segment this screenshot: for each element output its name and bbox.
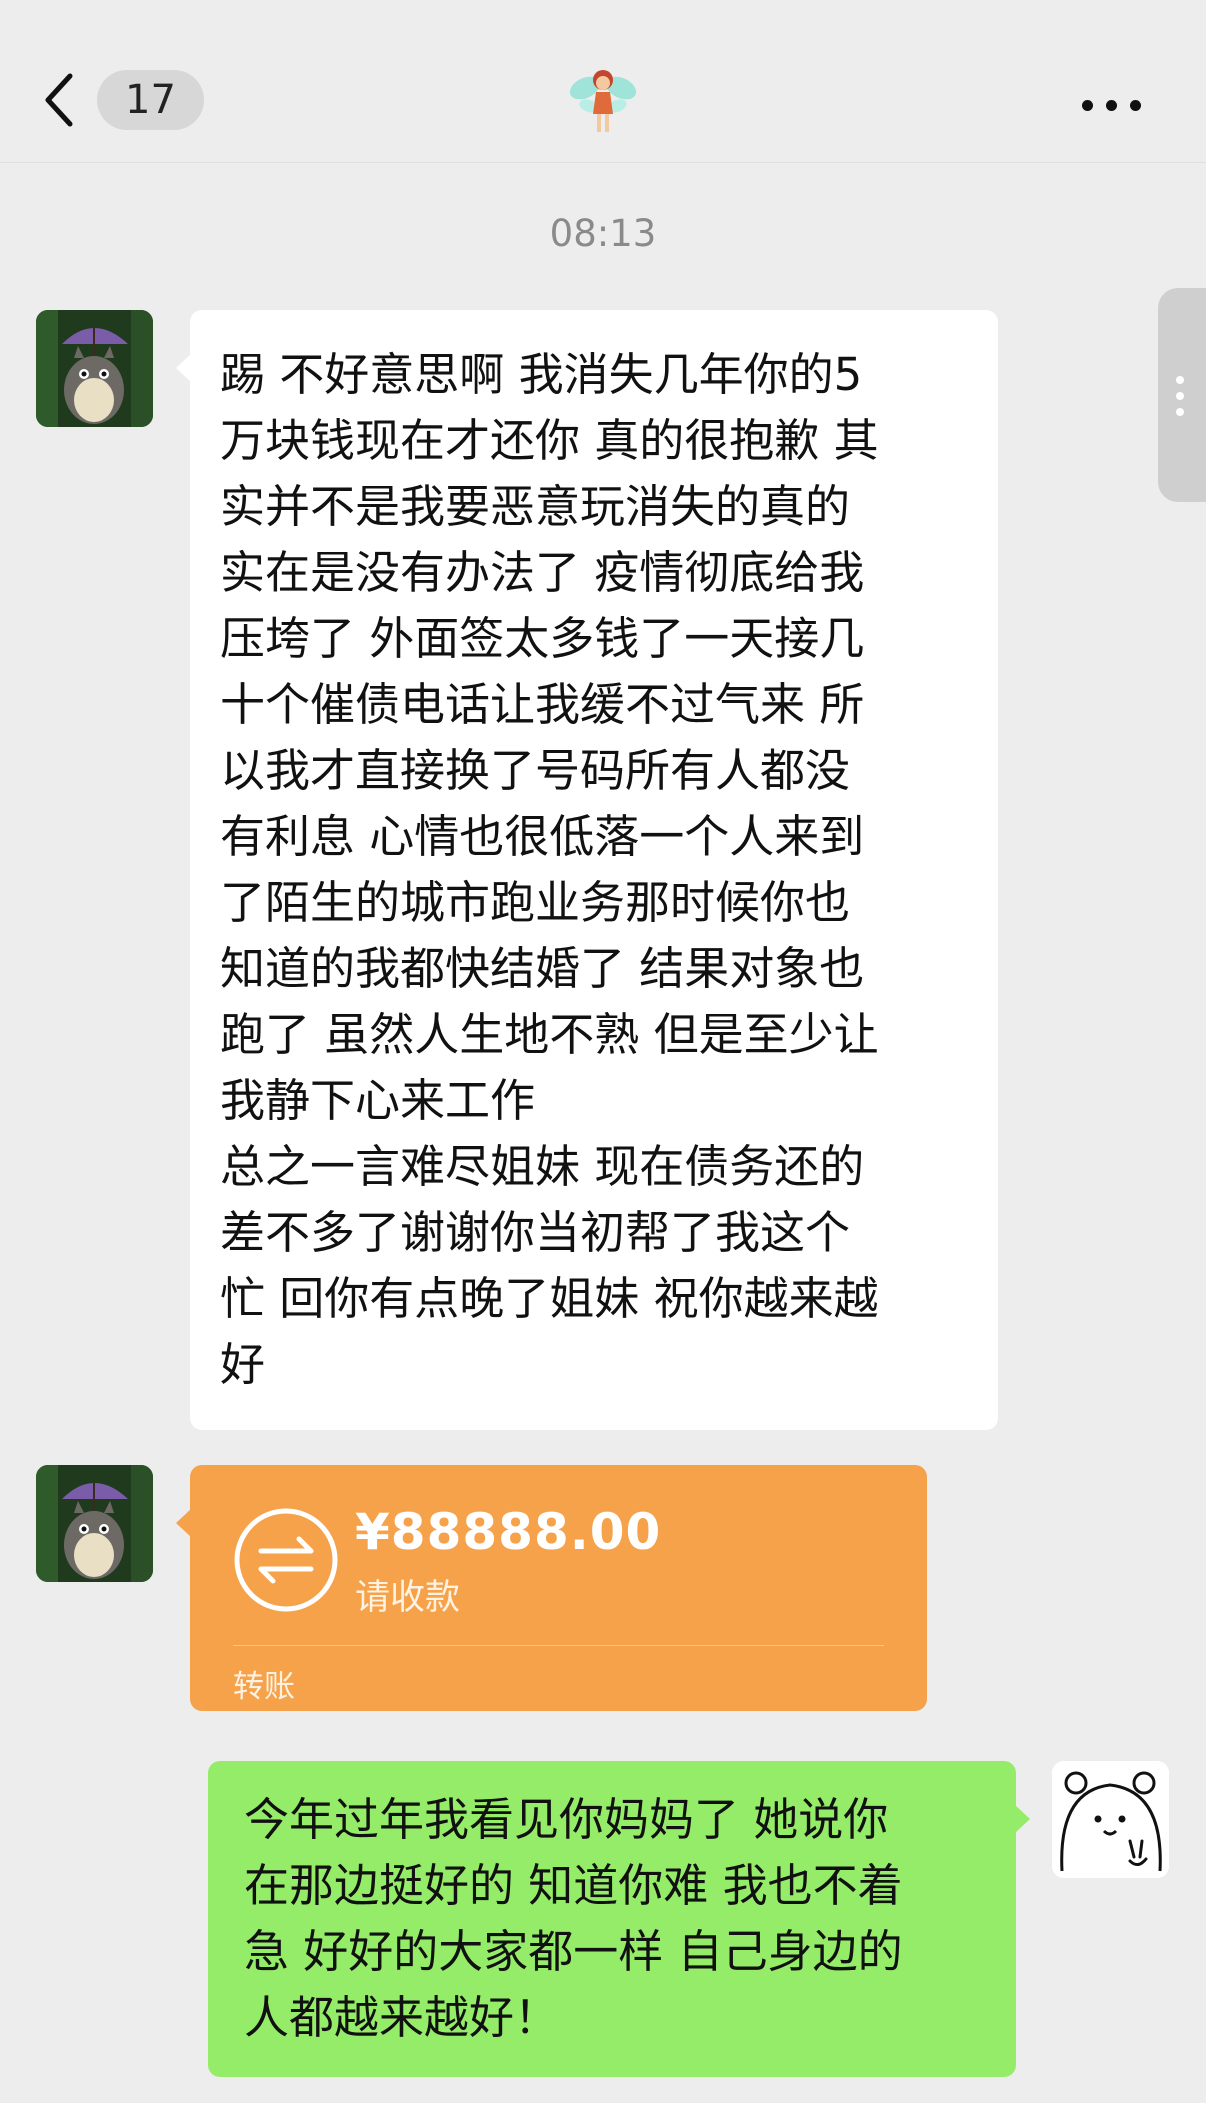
more-dots-icon <box>1082 100 1093 111</box>
chevron-left-icon <box>45 73 73 127</box>
more-dot <box>1130 100 1141 111</box>
transfer-status: 请收款 <box>355 1578 461 1618</box>
unread-count-badge[interactable]: 17 <box>97 70 204 130</box>
contact-avatar[interactable] <box>36 310 153 427</box>
transfer-label: 转账 <box>233 1669 295 1705</box>
more-button[interactable] <box>1080 92 1144 120</box>
transfer-card[interactable]: ¥88888.00 请收款 转账 <box>176 1465 927 1711</box>
self-avatar[interactable] <box>1052 1761 1169 1878</box>
transfer-divider <box>233 1645 884 1646</box>
fairy-emoji-icon <box>565 66 641 138</box>
back-button[interactable] <box>40 72 80 128</box>
more-dot <box>1106 100 1117 111</box>
incoming-text-bubble[interactable]: 踢 不好意思啊 我消失几年你的5 万块钱现在才还你 真的很抱歉 其 实并不是我要… <box>176 310 998 1430</box>
chat-header: 17 <box>0 0 1206 163</box>
message-timestamp: 08:13 <box>549 212 657 255</box>
handle-dot <box>1176 392 1184 400</box>
outgoing-text-bubble[interactable]: 今年过年我看见你妈妈了 她说你 在那边挺好的 知道你难 我也不着 急 好好的大家… <box>208 1761 1030 2077</box>
handle-dot <box>1176 376 1184 384</box>
transfer-arrows-icon <box>233 1507 339 1613</box>
transfer-amount: ¥88888.00 <box>355 1503 662 1561</box>
handle-dot <box>1176 408 1184 416</box>
side-drawer-handle[interactable] <box>1158 288 1206 502</box>
contact-avatar[interactable] <box>36 1465 153 1582</box>
